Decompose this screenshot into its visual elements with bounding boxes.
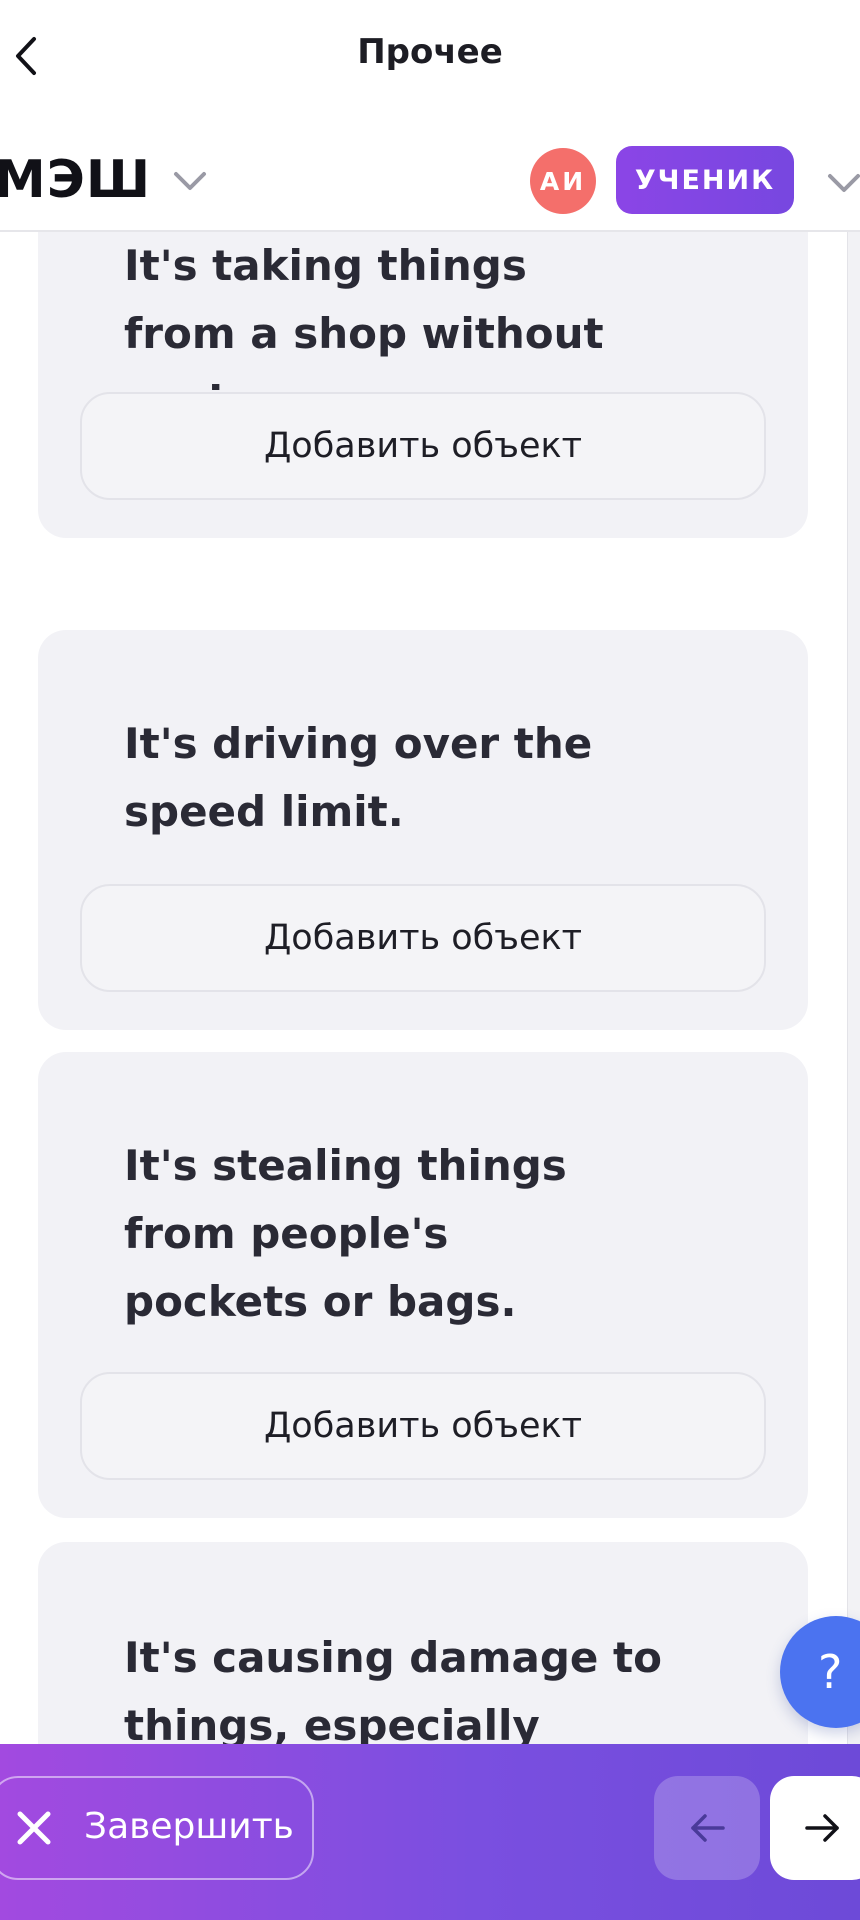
add-object-button[interactable]: Добавить объект — [80, 884, 766, 992]
definition-card: It's causing damage to things, especiall… — [38, 1542, 808, 1752]
chevron-down-icon[interactable] — [170, 166, 210, 196]
definition-card: It's taking things from a shop without p… — [38, 232, 808, 538]
add-object-button[interactable]: Добавить объект — [80, 392, 766, 500]
screen: Прочее МЭШ АИ УЧЕНИК It's taking things … — [0, 0, 860, 1920]
bottom-action-bar: Завершить — [0, 1744, 860, 1920]
arrow-right-icon — [805, 1814, 839, 1842]
next-button[interactable] — [770, 1776, 860, 1880]
page-title: Прочее — [357, 32, 503, 72]
add-object-button[interactable]: Добавить объект — [80, 1372, 766, 1480]
definition-card: It's driving over the speed limit. Добав… — [38, 630, 808, 1030]
close-icon — [17, 1811, 51, 1845]
avatar[interactable]: АИ — [530, 148, 596, 214]
scrollbar[interactable] — [847, 232, 860, 1752]
task-content: It's taking things from a shop without p… — [0, 232, 860, 1752]
role-switch-button[interactable]: УЧЕНИК — [616, 146, 794, 214]
previous-button[interactable] — [654, 1776, 760, 1880]
definition-text: It's driving over the speed limit. — [124, 719, 593, 836]
definition-text: It's causing damage to things, especiall… — [124, 1633, 662, 1750]
chevron-down-icon[interactable] — [824, 168, 860, 198]
app-header: МЭШ АИ УЧЕНИК — [0, 128, 860, 232]
top-navigation-bar: Прочее — [0, 0, 860, 110]
arrow-left-icon — [691, 1814, 725, 1842]
finish-label: Завершить — [84, 1806, 294, 1847]
definition-card: It's stealing things from people's pocke… — [38, 1052, 808, 1518]
mesh-logo[interactable]: МЭШ — [0, 150, 151, 210]
definition-text: It's stealing things from people's pocke… — [124, 1141, 567, 1326]
finish-button[interactable]: Завершить — [0, 1776, 314, 1880]
